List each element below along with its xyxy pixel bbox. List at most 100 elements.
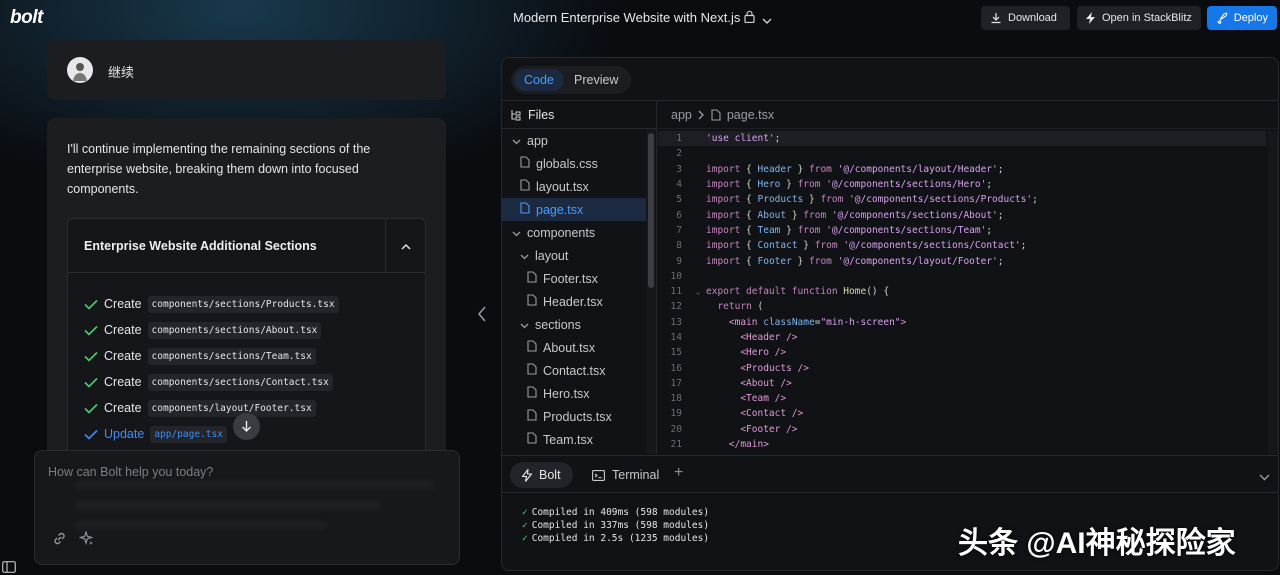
add-terminal-icon[interactable]: +: [674, 464, 683, 482]
code-line[interactable]: 12 return (: [658, 299, 1266, 314]
code-line[interactable]: 16 <Products />: [658, 360, 1266, 375]
tree-file[interactable]: About.tsx: [502, 336, 656, 359]
open-in-stackblitz-button[interactable]: Open in StackBlitz: [1077, 6, 1201, 30]
breadcrumb-file[interactable]: page.tsx: [727, 108, 774, 122]
file-icon: [527, 340, 537, 355]
code-line[interactable]: 20 <Footer />: [658, 422, 1266, 437]
lightning-icon: [522, 468, 532, 482]
code-area[interactable]: 1 'use client'; 2 3 import { Header } from '…: [658, 131, 1266, 454]
breadcrumb-folder[interactable]: app: [671, 108, 692, 122]
code-line[interactable]: 15 <Hero />: [658, 345, 1266, 360]
editor-scrollbar[interactable]: [1268, 131, 1278, 454]
check-icon: [84, 403, 98, 414]
code-line[interactable]: 4 import { Hero } from '@/components/sect…: [658, 177, 1266, 192]
tree-folder[interactable]: components: [502, 221, 656, 244]
tab-preview[interactable]: Preview: [564, 69, 628, 91]
line-number: 8: [676, 240, 682, 252]
tree-item-label: Team.tsx: [543, 432, 594, 447]
attach-link-icon[interactable]: [52, 531, 67, 551]
tab-terminal[interactable]: Terminal: [580, 462, 671, 488]
tree-item-label: page.tsx: [536, 202, 584, 217]
line-number: 1: [676, 133, 682, 145]
tree-file[interactable]: page.tsx: [502, 198, 656, 221]
code-line[interactable]: 1 'use client';: [658, 131, 1266, 147]
code-line[interactable]: 7 import { Team } from '@/components/sect…: [658, 223, 1266, 238]
code-text: <Team />: [740, 393, 787, 405]
tree-folder[interactable]: app: [502, 129, 656, 152]
code-line[interactable]: 6 import { About } from '@/components/sec…: [658, 207, 1266, 222]
sidebar-toggle-icon[interactable]: [2, 560, 16, 575]
tree-file[interactable]: layout.tsx: [502, 175, 656, 198]
code-line[interactable]: 8 import { Contact } from '@/components/s…: [658, 238, 1266, 253]
tab-bolt-terminal[interactable]: Bolt: [510, 462, 573, 488]
download-button[interactable]: Download: [981, 6, 1070, 30]
action-path[interactable]: components/sections/About.tsx: [147, 321, 322, 339]
arrow-down-icon: [242, 421, 251, 432]
action-verb: Create: [104, 349, 142, 363]
code-line[interactable]: 14 <Header />: [658, 330, 1266, 345]
tree-file[interactable]: Footer.tsx: [502, 267, 656, 290]
code-line[interactable]: 18 <Team />: [658, 391, 1266, 406]
tree-item-label: sections: [535, 317, 581, 332]
prompt-input[interactable]: [48, 465, 446, 525]
code-line[interactable]: 11 ⌄ export default function Home() {: [658, 284, 1266, 299]
scroll-to-bottom-button[interactable]: [233, 413, 260, 440]
tree-file[interactable]: Team.tsx: [502, 428, 656, 451]
check-icon: ✓: [522, 520, 528, 531]
fold-chevron-icon[interactable]: ⌄: [690, 287, 706, 296]
sparkle-icon[interactable]: [78, 530, 94, 551]
tab-code[interactable]: Code: [514, 69, 564, 91]
chevron-down-icon: [512, 134, 521, 148]
file-icon: [527, 409, 537, 424]
action-path[interactable]: components/sections/Contact.tsx: [147, 373, 333, 391]
terminal-output[interactable]: ✓ Compiled in 409ms (598 modules) ✓ Compil…: [522, 507, 709, 546]
code-line[interactable]: 9 import { Footer } from '@/components/la…: [658, 253, 1266, 268]
action-step: Create components/sections/Products.tsx: [84, 291, 339, 317]
lock-icon: [744, 10, 755, 28]
action-step: Create components/sections/Team.tsx: [84, 343, 339, 369]
code-text: import { Header } from '@/components/lay…: [706, 163, 1004, 175]
code-text: </main>: [728, 439, 769, 451]
chevron-down-icon[interactable]: [762, 12, 772, 30]
code-line[interactable]: 5 import { Products } from '@/components/…: [658, 192, 1266, 207]
tree-file[interactable]: Contact.tsx: [502, 359, 656, 382]
code-line[interactable]: 2: [658, 146, 1266, 161]
files-tree-icon: [511, 109, 521, 120]
action-verb: Create: [104, 401, 142, 415]
tree-item-label: About.tsx: [543, 340, 596, 355]
code-line[interactable]: 3 import { Header } from '@/components/la…: [658, 162, 1266, 177]
action-step: Create components/sections/About.tsx: [84, 317, 339, 343]
action-path[interactable]: components/sections/Products.tsx: [147, 295, 339, 313]
user-message: 继续: [47, 40, 446, 100]
file-tree-scrollbar[interactable]: [646, 129, 656, 454]
tree-file[interactable]: Header.tsx: [502, 290, 656, 313]
tree-item-label: Products.tsx: [543, 409, 612, 424]
tree-folder[interactable]: sections: [502, 313, 656, 336]
line-number: 21: [670, 439, 682, 451]
chevron-left-icon[interactable]: [477, 305, 487, 328]
bolt-logo[interactable]: bolt: [10, 7, 43, 29]
tree-file[interactable]: Products.tsx: [502, 405, 656, 428]
code-text: 'use client';: [706, 133, 781, 145]
action-path[interactable]: app/page.tsx: [150, 425, 227, 443]
deploy-button[interactable]: Deploy: [1207, 6, 1277, 30]
action-path[interactable]: components/sections/Team.tsx: [147, 347, 316, 365]
code-line[interactable]: 13 <main className="min-h-screen">: [658, 315, 1266, 330]
project-title[interactable]: Modern Enterprise Website with Next.js: [513, 10, 740, 25]
code-line[interactable]: 19 <Contact />: [658, 406, 1266, 421]
user-message-text: 继续: [108, 65, 135, 80]
check-icon: [84, 351, 98, 362]
artifact-header[interactable]: Enterprise Website Additional Sections: [68, 219, 425, 273]
tree-folder[interactable]: layout: [502, 244, 656, 267]
action-path[interactable]: components/layout/Footer.tsx: [147, 399, 316, 417]
chevron-down-icon[interactable]: [1259, 468, 1270, 486]
file-explorer: Files app globals.css layout.tsx page.tsx co…: [502, 101, 657, 454]
code-line[interactable]: 10: [658, 269, 1266, 284]
collapse-artifact-button[interactable]: [385, 219, 425, 273]
assistant-message: I'll continue implementing the remaining…: [47, 118, 446, 458]
terminal-tab-label: Terminal: [612, 468, 660, 482]
code-line[interactable]: 17 <About />: [658, 376, 1266, 391]
tree-file[interactable]: globals.css: [502, 152, 656, 175]
tree-file[interactable]: Hero.tsx: [502, 382, 656, 405]
code-line[interactable]: 21 </main>: [658, 437, 1266, 452]
